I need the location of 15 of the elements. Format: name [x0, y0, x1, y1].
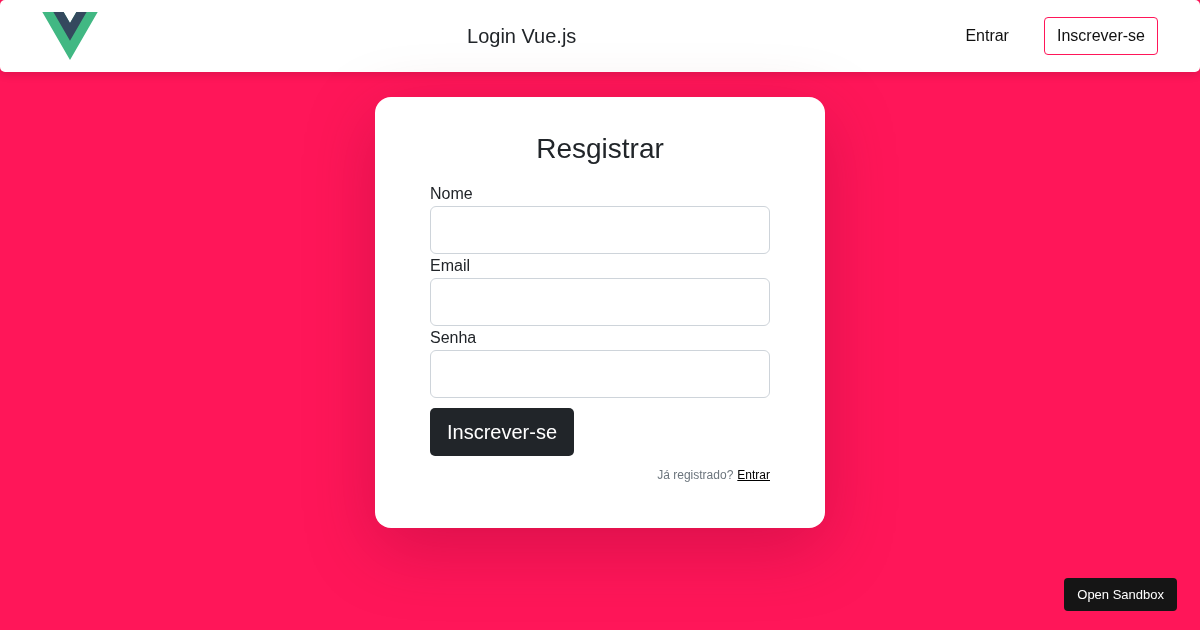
signup-button[interactable]: Inscrever-se	[1043, 17, 1158, 55]
logo-icon	[42, 12, 98, 60]
input-field[interactable]	[430, 206, 770, 254]
field-label: Nome	[430, 184, 473, 204]
open-sandbox-button[interactable]: Open Sandbox	[1064, 578, 1177, 611]
field-label: Senha	[430, 328, 477, 348]
submit-button[interactable]: Inscrever-se	[430, 408, 575, 456]
form-heading: Resgistrar	[535, 132, 665, 166]
input-field[interactable]	[430, 278, 770, 326]
app-title: Login Vue.js	[467, 24, 577, 49]
login-prompt: Já registrado?	[657, 467, 734, 484]
login-link[interactable]: Entrar	[737, 466, 770, 484]
nav-link[interactable]: Entrar	[961, 24, 1013, 48]
field-label: Email	[430, 256, 470, 276]
input-field[interactable]	[430, 350, 770, 398]
